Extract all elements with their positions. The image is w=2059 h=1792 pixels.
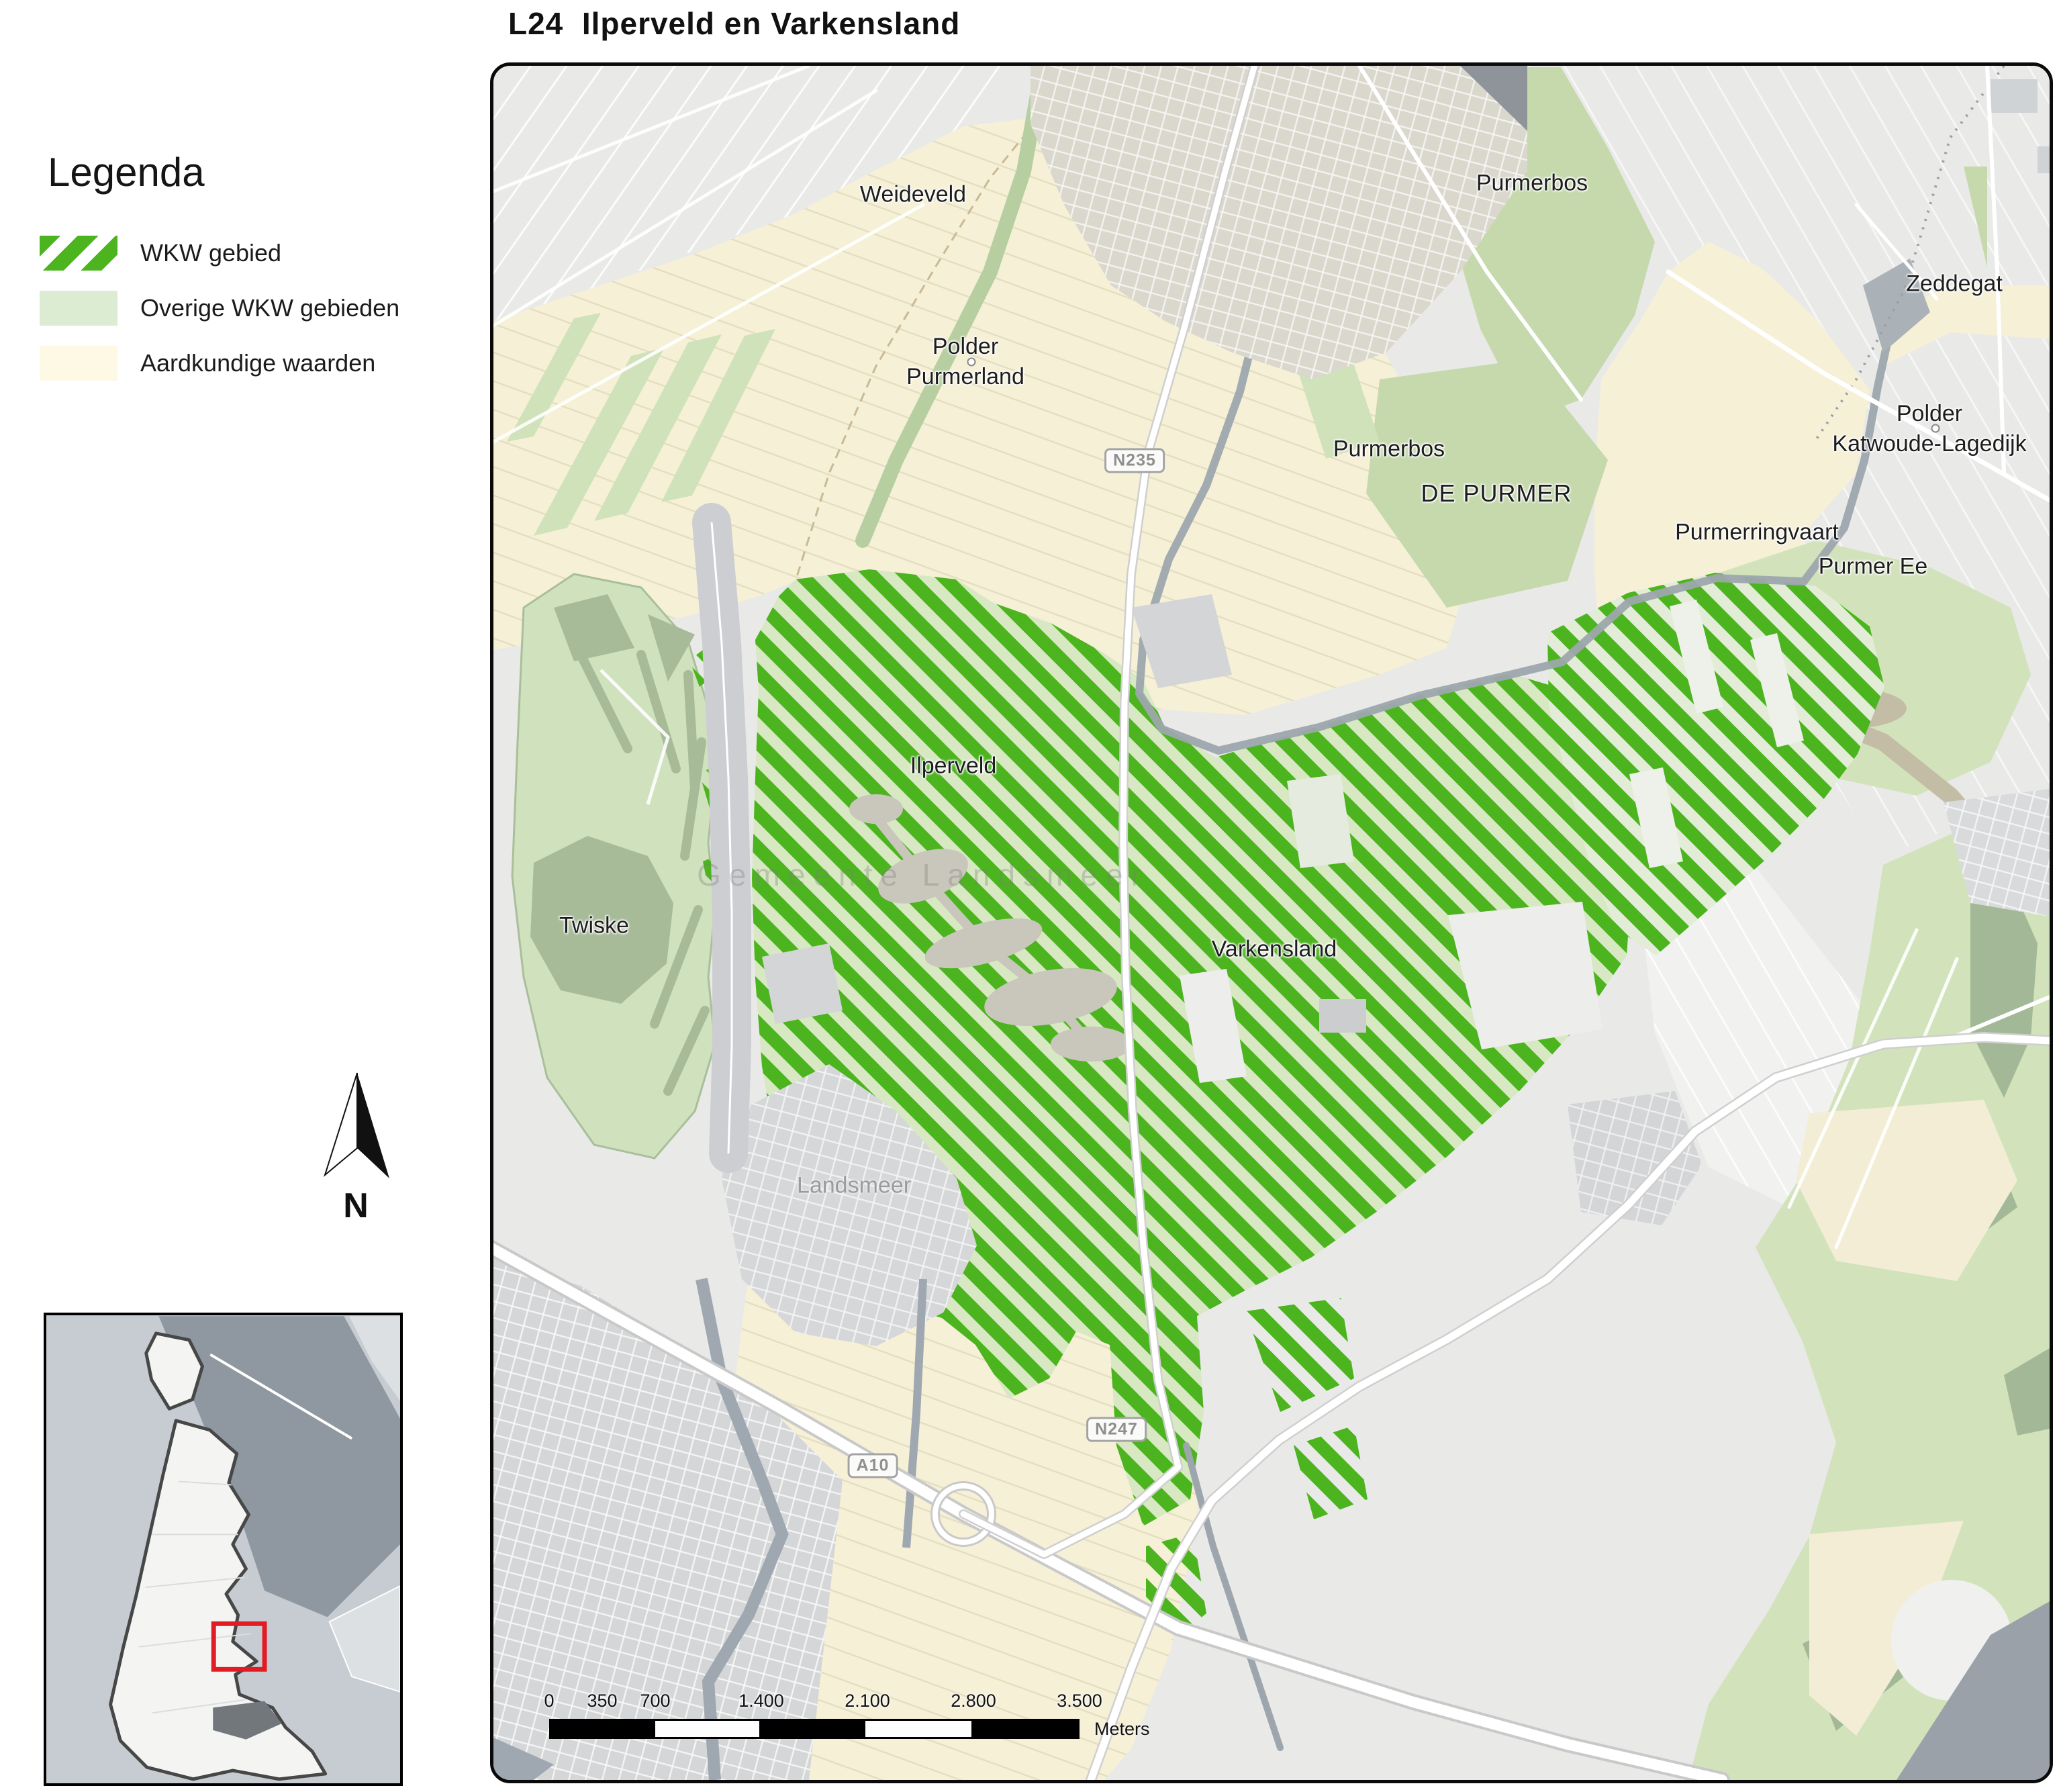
legend-item-wkw: WKW gebied	[40, 236, 399, 271]
page: L24 Ilperveld en Varkensland Legenda WKW…	[0, 0, 2059, 1792]
legend-item-label: Aardkundige waarden	[140, 349, 375, 377]
label-zeddegat: Zeddegat	[1906, 269, 2003, 299]
label-purmerbos-north: Purmerbos	[1476, 169, 1588, 199]
label-de-purmer: DE PURMER	[1421, 477, 1572, 510]
katwoude-marker-icon	[1931, 424, 1940, 433]
label-polder-katwoude: Polder Katwoude-Lagedijk	[1832, 399, 2026, 459]
wkw-hatch-swatch-icon	[40, 236, 117, 271]
gemeente-watermark: Gemeente Landsmeer	[697, 857, 1149, 893]
scalebar-bar	[549, 1719, 1080, 1739]
label-ilperveld: Ilperveld	[910, 751, 997, 782]
legend: Legenda WKW gebied Overige WKW gebieden …	[40, 149, 399, 401]
aardkundige-swatch-icon	[40, 346, 117, 381]
label-purmerbos-south: Purmerbos	[1333, 434, 1445, 465]
map-terrain	[493, 66, 2050, 1780]
north-arrow-icon: N	[316, 1066, 396, 1222]
label-purmerringvaart: Purmerringvaart	[1675, 518, 1839, 548]
purmerland-marker-icon	[967, 358, 976, 367]
road-shield-n235: N235	[1104, 449, 1165, 473]
main-map: Weideveld Purmerbos Zeddegat Polder Purm…	[490, 62, 2053, 1783]
scalebar-unit: Meters	[1094, 1719, 1150, 1740]
legend-item-aardkundig: Aardkundige waarden	[40, 346, 399, 381]
legend-item-overige: Overige WKW gebieden	[40, 291, 399, 326]
label-purmer-ee: Purmer Ee	[1819, 552, 1928, 582]
legend-title: Legenda	[48, 149, 399, 195]
label-weideveld: Weideveld	[860, 180, 966, 210]
label-polder-purmerland: Polder Purmerland	[906, 332, 1024, 392]
legend-item-label: Overige WKW gebieden	[140, 294, 399, 322]
map-title: L24 Ilperveld en Varkensland	[508, 5, 960, 42]
north-label: N	[343, 1186, 369, 1226]
overige-wkw-swatch-icon	[40, 291, 117, 326]
label-varkensland: Varkensland	[1212, 935, 1337, 965]
road-shield-n247: N247	[1086, 1417, 1147, 1442]
scalebar: 0 350 700 1.400 2.100 2.800 3.500 Meters	[549, 1691, 1220, 1739]
scalebar-ticks: 0 350 700 1.400 2.100 2.800 3.500	[549, 1691, 1220, 1715]
label-landsmeer: Landsmeer	[797, 1171, 911, 1201]
inset-locator-map	[44, 1313, 403, 1786]
legend-item-label: WKW gebied	[140, 239, 281, 267]
label-twiske: Twiske	[559, 911, 629, 941]
road-shield-a10: A10	[848, 1454, 898, 1478]
